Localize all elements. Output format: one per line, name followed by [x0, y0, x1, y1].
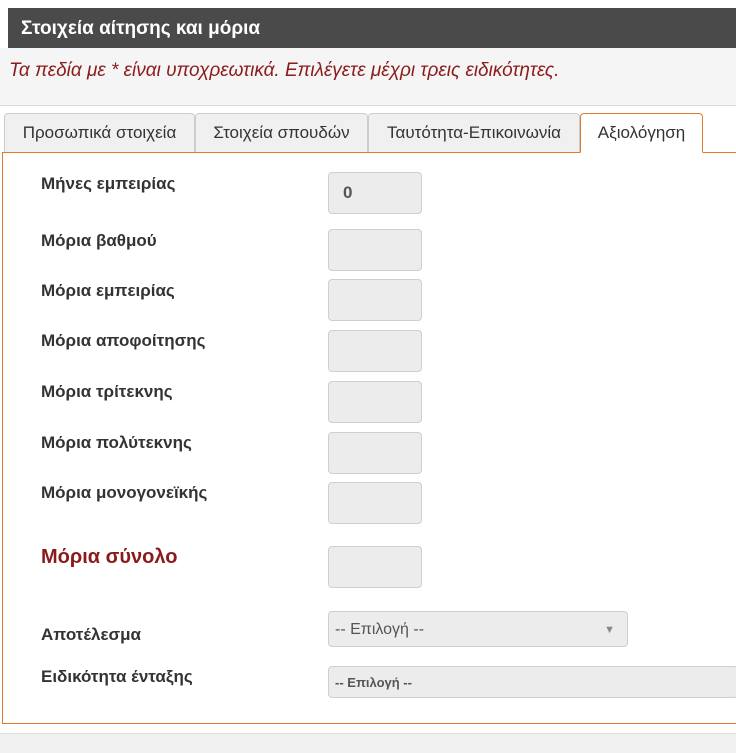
experience-months-label: Μήνες εμπειρίας: [41, 174, 176, 193]
tab-identity-contact[interactable]: Ταυτότητα-Επικοινωνία: [368, 113, 580, 152]
required-fields-notice: Τα πεδία με * είναι υποχρεωτικά. Επιλέγε…: [9, 60, 560, 81]
tab-evaluation[interactable]: Αξιολόγηση: [580, 113, 703, 153]
grade-points-field[interactable]: [328, 229, 422, 271]
many-children-points-label: Μόρια πολύτεκνης: [41, 433, 192, 452]
experience-points-label: Μόρια εμπειρίας: [41, 281, 175, 300]
placement-specialty-label: Ειδικότητα ένταξης: [41, 667, 193, 686]
result-label: Αποτέλεσμα: [41, 625, 141, 644]
graduation-points-label: Μόρια αποφοίτησης: [41, 331, 206, 350]
three-children-points-field[interactable]: [328, 381, 422, 423]
result-select[interactable]: -- Επιλογή -- ▼: [328, 611, 628, 647]
placement-specialty-select-value: -- Επιλογή --: [335, 675, 412, 690]
dropdown-arrow-icon: ▼: [604, 624, 615, 636]
notice-area: Τα πεδία με * είναι υποχρεωτικά. Επιλέγε…: [0, 48, 736, 106]
three-children-points-label: Μόρια τρίτεκνης: [41, 382, 173, 401]
placement-specialty-select[interactable]: -- Επιλογή --: [328, 666, 736, 698]
panel-title: Στοιχεία αίτησης και μόρια: [8, 8, 736, 48]
experience-months-field[interactable]: 0: [328, 172, 422, 214]
tab-personal-info[interactable]: Προσωπικά στοιχεία: [4, 113, 195, 152]
total-points-field[interactable]: [328, 546, 422, 588]
footer-bar: [0, 733, 736, 753]
experience-points-field[interactable]: [328, 279, 422, 321]
tab-studies[interactable]: Στοιχεία σπουδών: [195, 113, 368, 152]
grade-points-label: Μόρια βαθμού: [41, 231, 157, 250]
result-select-value: -- Επιλογή --: [335, 621, 425, 638]
total-points-label: Μόρια σύνολο: [41, 546, 178, 568]
single-parent-points-label: Μόρια μονογονεϊκής: [41, 483, 208, 502]
many-children-points-field[interactable]: [328, 432, 422, 474]
graduation-points-field[interactable]: [328, 330, 422, 372]
single-parent-points-field[interactable]: [328, 482, 422, 524]
